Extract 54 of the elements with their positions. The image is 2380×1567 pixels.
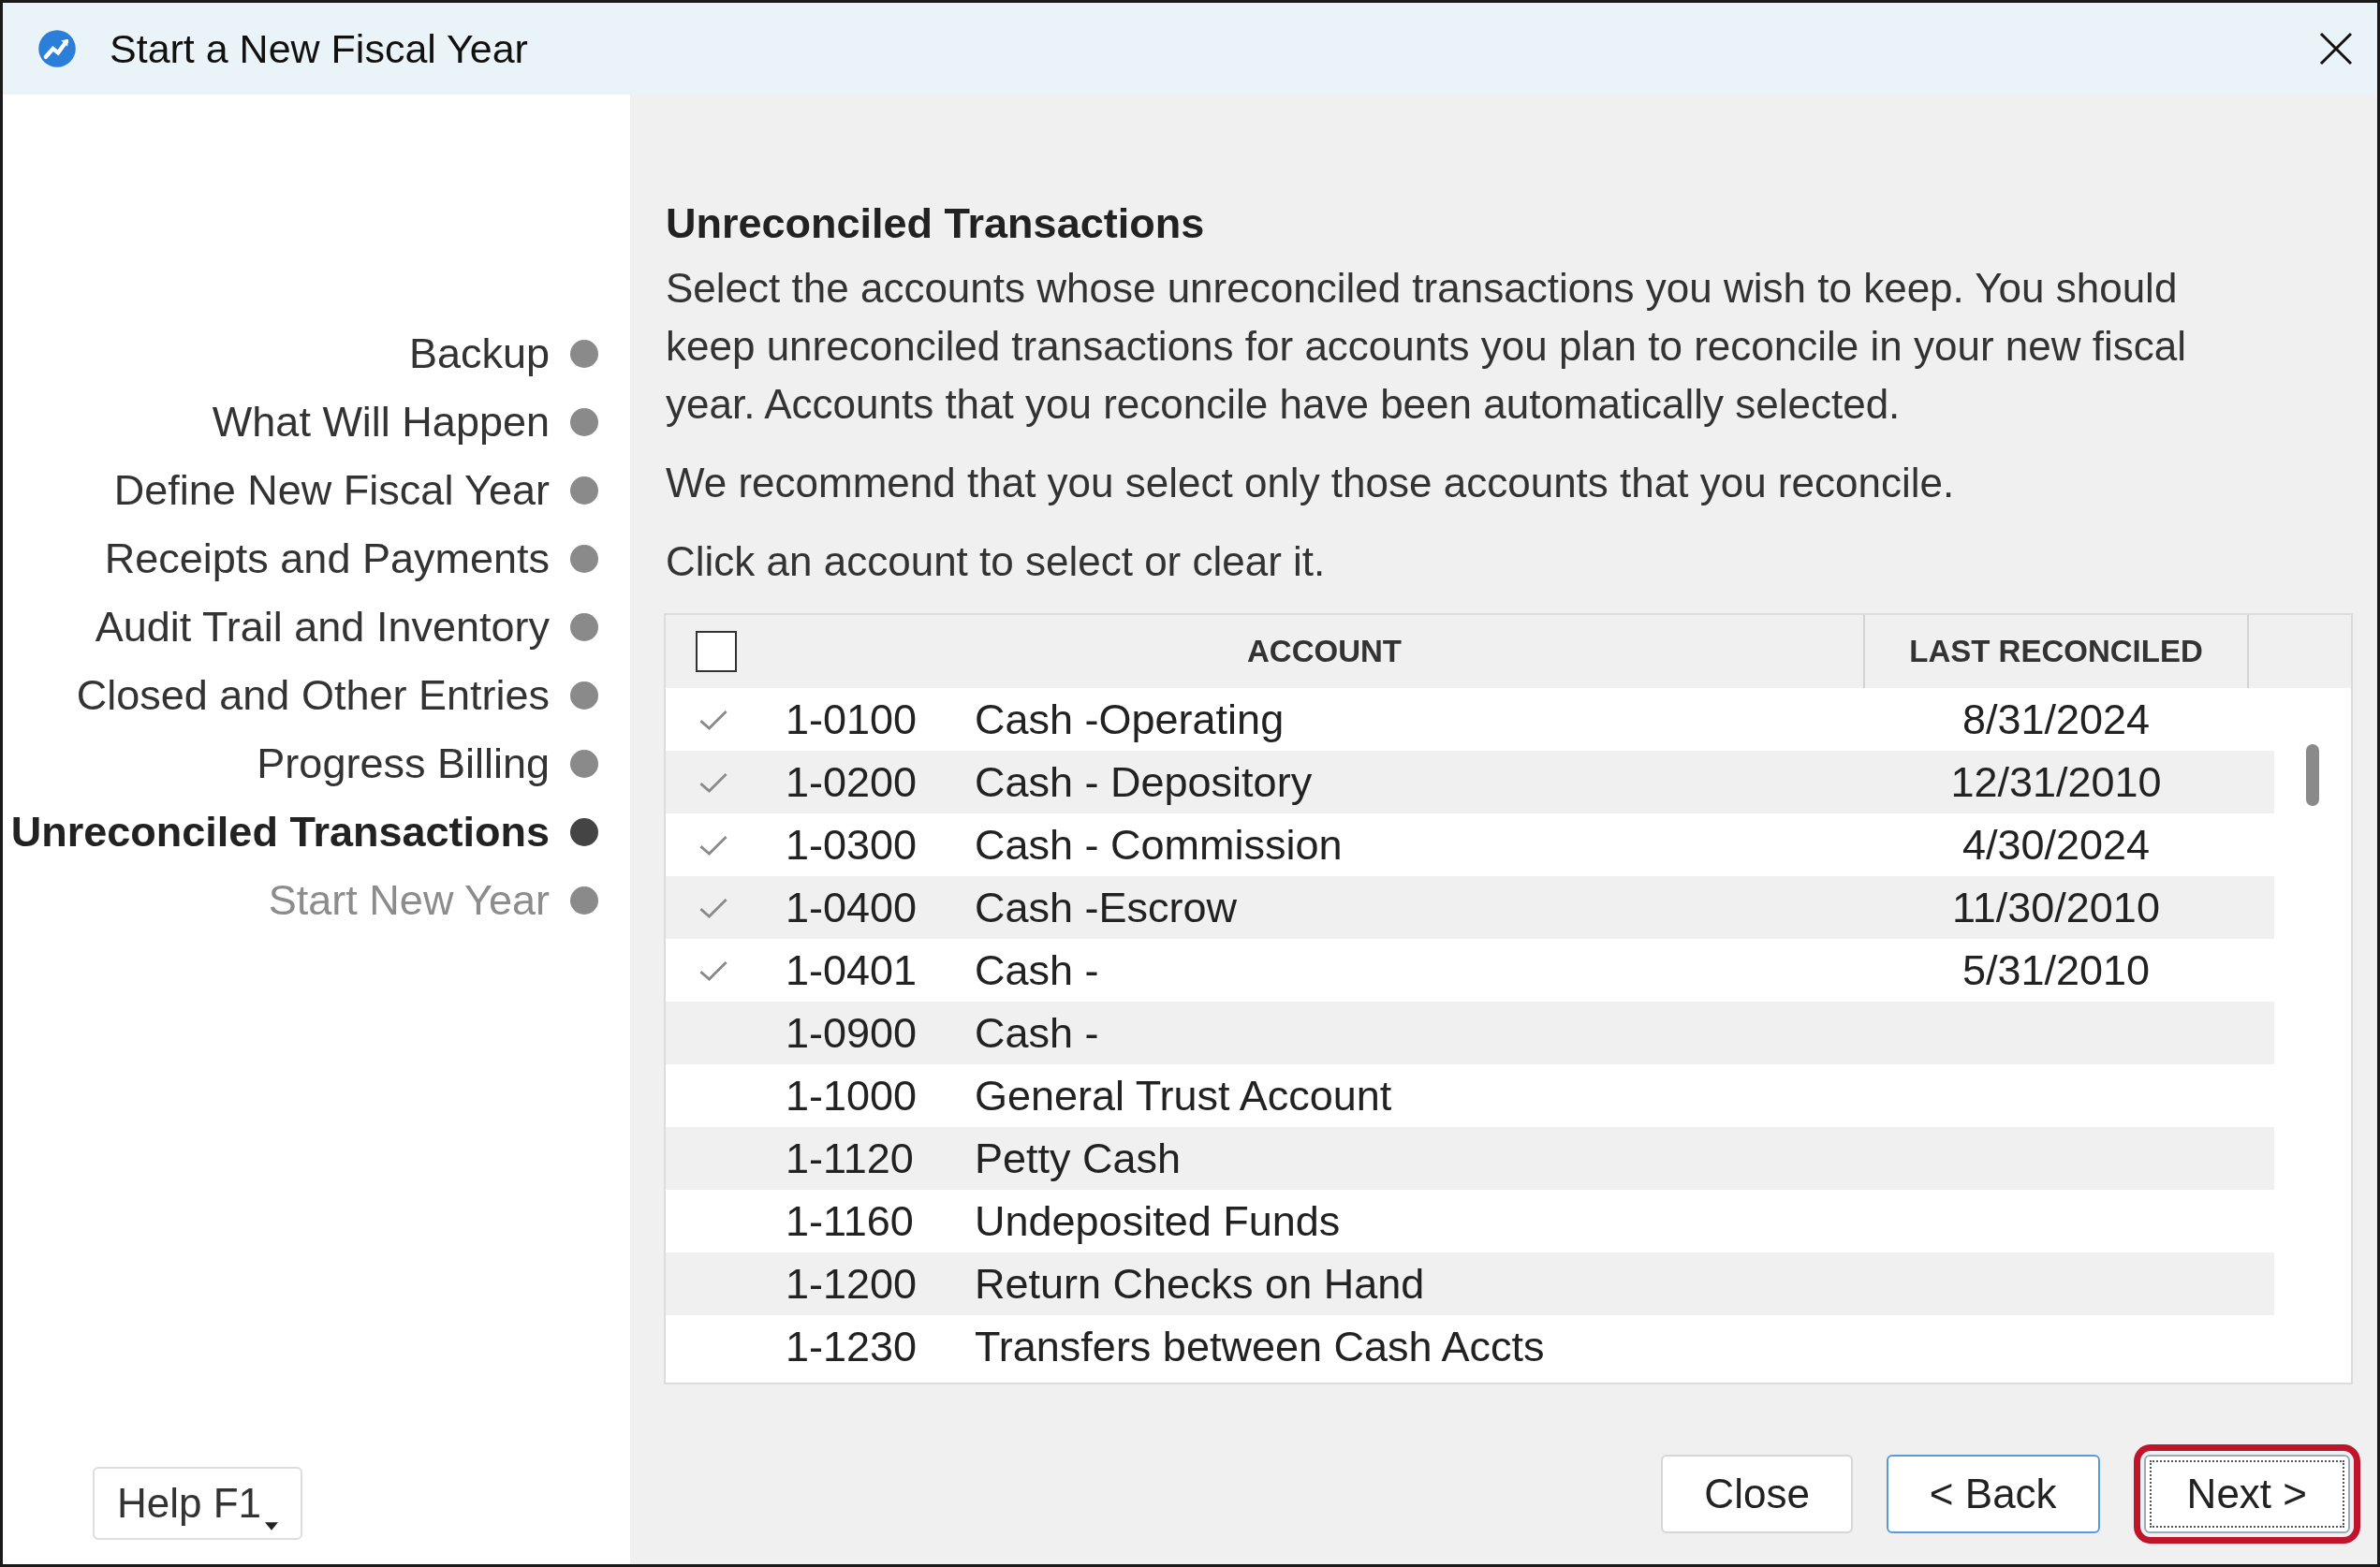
step-label: Backup bbox=[408, 329, 550, 378]
wizard-button[interactable]: Close bbox=[1661, 1455, 1853, 1533]
step-label: What Will Happen bbox=[212, 397, 550, 447]
account-name: Cash - bbox=[975, 945, 1100, 995]
last-reconciled-date: 11/30/2010 bbox=[1952, 883, 2160, 931]
window-title: Start a New Fiscal Year bbox=[110, 25, 529, 72]
account-number: 1-0300 bbox=[786, 820, 918, 870]
account-number: 1-0200 bbox=[786, 757, 918, 807]
account-name: Cash - Depository bbox=[975, 757, 1314, 807]
account-number: 1-1160 bbox=[786, 1196, 915, 1246]
account-name: Cash -Operating bbox=[975, 695, 1285, 744]
step-label: Closed and Other Entries bbox=[76, 670, 550, 720]
last-reconciled-date: 5/31/2010 bbox=[1961, 945, 2151, 994]
instruction-text: Click an account to select or clear it. bbox=[666, 537, 1327, 586]
last-reconciled-date: 12/31/2010 bbox=[1950, 757, 2162, 806]
account-name: Cash -Escrow bbox=[975, 883, 1239, 932]
wizard-button[interactable]: < Back bbox=[1886, 1455, 2100, 1533]
account-name: General Trust Account bbox=[975, 1071, 1393, 1120]
last-reconciled-date: 4/30/2024 bbox=[1961, 820, 2151, 869]
wizard-button[interactable]: Next > bbox=[2143, 1455, 2350, 1533]
step-label: Start New Year bbox=[268, 875, 550, 925]
account-name: Cash - Commission bbox=[975, 820, 1344, 870]
section-heading: Unreconciled Transactions bbox=[666, 199, 1206, 248]
account-row[interactable]: 1-0200 Cash - Depository 12/31/2010 bbox=[666, 751, 2274, 813]
step-label: Audit Trail and Inventory bbox=[95, 602, 550, 652]
account-number: 1-0401 bbox=[786, 945, 918, 995]
account-name: Cash - bbox=[975, 1008, 1100, 1058]
account-number: 1-1200 bbox=[786, 1259, 918, 1309]
account-number: 1-0400 bbox=[786, 883, 918, 932]
step-label: Receipts and Payments bbox=[104, 534, 550, 583]
instruction-text: We recommend that you select only those accounts that you reconcile. bbox=[666, 459, 1956, 507]
step-label: Define New Fiscal Year bbox=[113, 465, 550, 515]
step-label: Progress Billing bbox=[257, 739, 550, 788]
caret-icon bbox=[265, 1522, 279, 1530]
account-row[interactable]: 1-0900 Cash - bbox=[666, 1002, 2274, 1064]
close-icon[interactable] bbox=[2317, 30, 2355, 67]
account-row[interactable]: 1-0400 Cash -Escrow 11/30/2010 bbox=[666, 876, 2274, 939]
select-all-checkbox[interactable] bbox=[696, 631, 737, 672]
scrollbar-thumb[interactable] bbox=[2306, 744, 2319, 806]
account-row[interactable]: 1-1200 Return Checks on Hand bbox=[666, 1252, 2274, 1315]
account-number: 1-0900 bbox=[786, 1008, 918, 1058]
help-button[interactable]: Help F1 bbox=[93, 1467, 303, 1540]
account-number: 1-0100 bbox=[786, 695, 918, 744]
account-name: Petty Cash bbox=[975, 1134, 1183, 1183]
account-name: Undeposited Funds bbox=[975, 1196, 1342, 1246]
account-name: Return Checks on Hand bbox=[975, 1259, 1426, 1309]
account-number: 1-1230 bbox=[786, 1322, 918, 1371]
account-row[interactable]: 1-1120 Petty Cash bbox=[666, 1127, 2274, 1190]
account-number: 1-1120 bbox=[786, 1134, 915, 1183]
instruction-text: Select the accounts whose unreconciled transactions you wish to keep. You should keep unreconciled transactions for accounts you plan to reconcile in your new fiscal year. Accounts that you reconcile have been automatically selected. bbox=[666, 264, 2187, 429]
account-number: 1-1000 bbox=[786, 1071, 918, 1120]
account-name: Transfers between Cash Accts bbox=[975, 1322, 1546, 1371]
last-reconciled-date: 8/31/2024 bbox=[1961, 695, 2151, 743]
step-label: Unreconciled Transactions bbox=[10, 807, 550, 857]
